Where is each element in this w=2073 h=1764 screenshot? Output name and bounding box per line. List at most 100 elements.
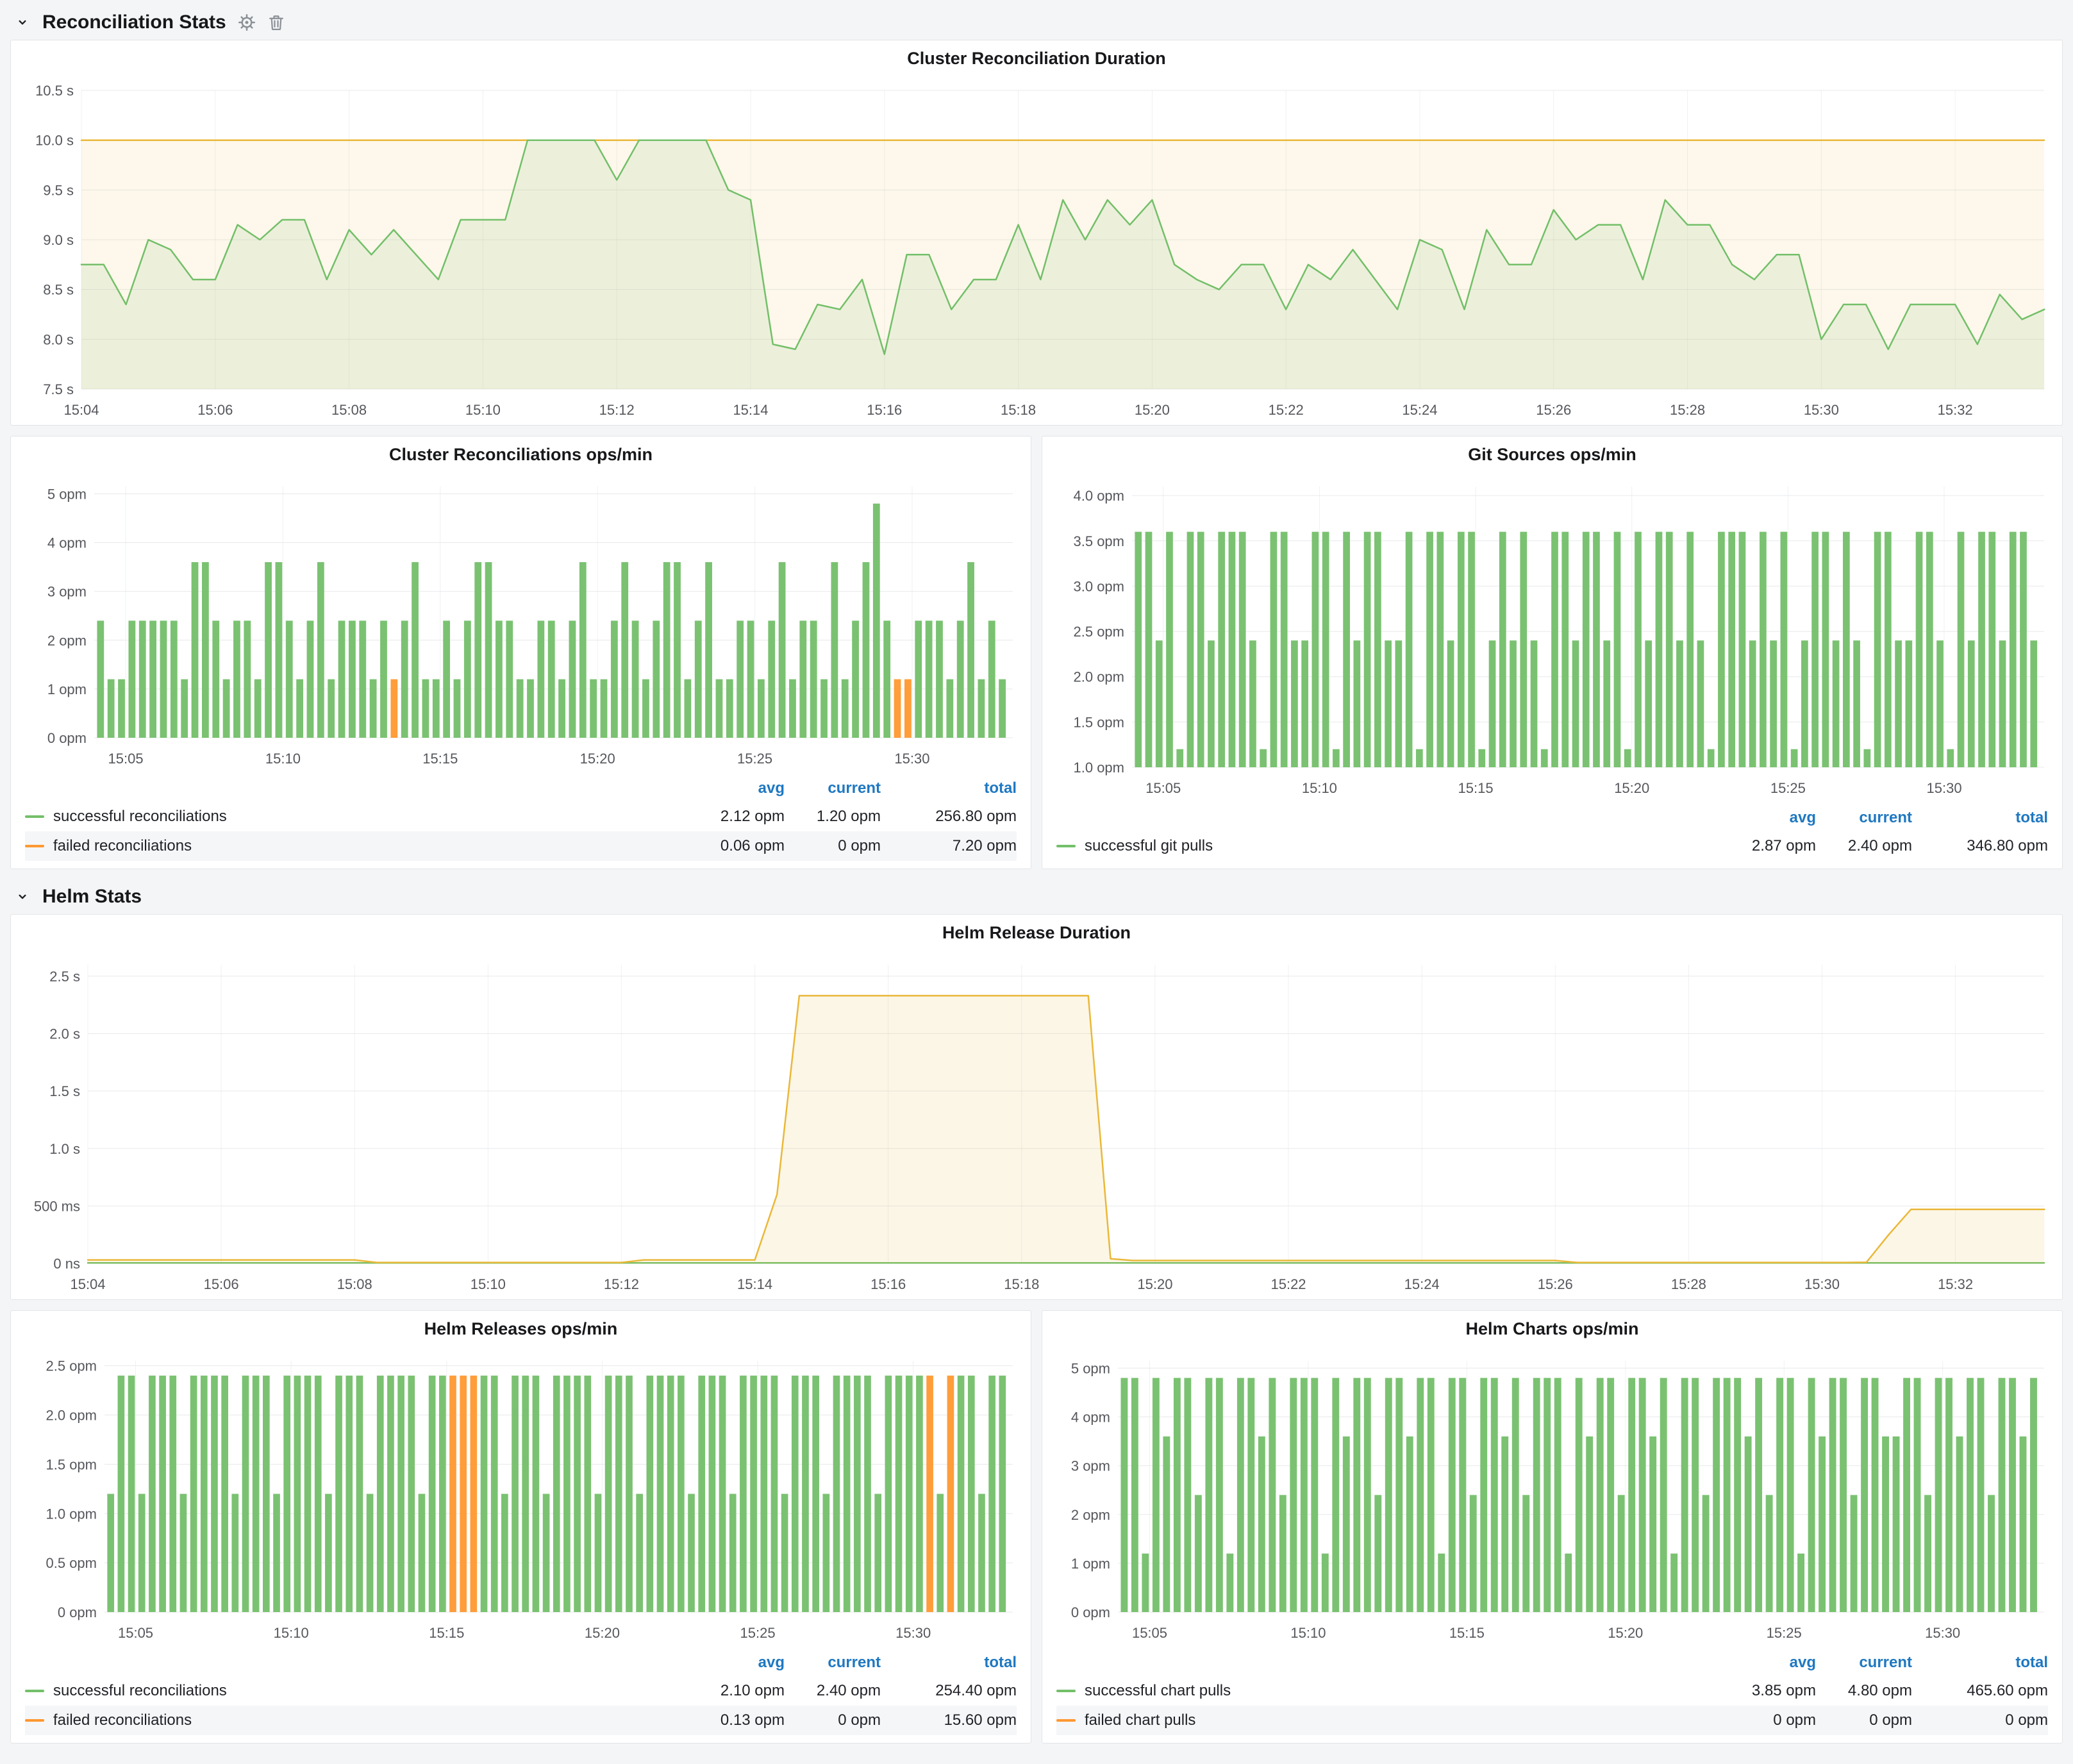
svg-text:15:04: 15:04 [63,402,99,418]
svg-text:10.0 s: 10.0 s [35,133,74,149]
legend-row-successful-git-pulls: successful git pulls 2.87 opm 2.40 opm 3… [1056,831,2048,861]
legend-col-avg[interactable]: avg [688,779,785,797]
svg-text:15:30: 15:30 [894,751,929,767]
svg-text:1.0 opm: 1.0 opm [46,1506,97,1522]
legend-current-value: 0 opm [785,1711,881,1729]
trash-icon[interactable] [267,13,285,31]
legend-col-current[interactable]: current [785,1654,881,1672]
legend-col-current[interactable]: current [1816,1654,1912,1672]
section-header-reconciliation-stats[interactable]: Reconciliation Stats [10,5,2063,40]
legend-current-value: 2.40 opm [785,1682,881,1700]
legend-total-value: 0 opm [1912,1711,2048,1729]
svg-text:2.5 opm: 2.5 opm [1074,624,1125,640]
legend-label[interactable]: failed reconciliations [53,837,688,855]
legend-col-total[interactable]: total [881,1654,1017,1672]
legend-avg-value: 2.87 opm [1720,837,1816,855]
legend-col-total[interactable]: total [881,779,1017,797]
legend-current-value: 2.40 opm [1816,837,1912,855]
section-title: Helm Stats [42,886,142,908]
svg-text:15:04: 15:04 [70,1276,105,1292]
svg-text:2.5 s: 2.5 s [49,969,80,985]
legend-label[interactable]: successful chart pulls [1085,1682,1720,1700]
svg-text:15:26: 15:26 [1536,402,1571,418]
panel-title[interactable]: Cluster Reconciliation Duration [11,40,2062,76]
svg-text:15:08: 15:08 [331,402,367,418]
cluster-reconciliation-duration-chart[interactable]: 7.5 s8.0 s8.5 s9.0 s9.5 s10.0 s10.5 s15:… [11,76,2062,425]
svg-text:15:15: 15:15 [1449,1625,1485,1641]
legend-col-current[interactable]: current [785,779,881,797]
helm-releases-opm-chart[interactable]: 0 opm0.5 opm1.0 opm1.5 opm2.0 opm2.5 opm… [11,1347,1031,1648]
svg-text:15:14: 15:14 [733,402,768,418]
legend-total-value: 254.40 opm [881,1682,1017,1700]
svg-text:5 opm: 5 opm [1071,1360,1110,1376]
svg-text:4 opm: 4 opm [47,535,87,551]
legend-total-value: 465.60 opm [1912,1682,2048,1700]
legend-label[interactable]: failed reconciliations [53,1711,688,1729]
legend-col-avg[interactable]: avg [1720,809,1816,827]
svg-text:1.5 opm: 1.5 opm [1074,714,1125,730]
svg-text:9.5 s: 9.5 s [43,182,74,198]
svg-text:15:10: 15:10 [1302,780,1337,796]
chevron-down-icon [14,888,31,905]
svg-text:15:15: 15:15 [422,751,458,767]
legend-col-current[interactable]: current [1816,809,1912,827]
svg-text:1 opm: 1 opm [1071,1556,1110,1572]
svg-text:15:10: 15:10 [465,402,501,418]
panel-row-reconciliation: Cluster Reconciliations ops/min 0 opm1 o… [10,436,2063,869]
svg-text:1.5 s: 1.5 s [49,1083,80,1099]
panel-title[interactable]: Helm Release Duration [11,915,2062,951]
svg-text:0.5 opm: 0.5 opm [46,1555,97,1571]
svg-text:15:05: 15:05 [1145,780,1181,796]
section-header-helm-stats[interactable]: Helm Stats [10,879,2063,914]
svg-text:500 ms: 500 ms [34,1198,80,1214]
panel-title[interactable]: Git Sources ops/min [1042,437,2062,472]
cluster-reconciliations-opm-chart[interactable]: 0 opm1 opm2 opm3 opm4 opm5 opm15:0515:10… [11,472,1031,774]
svg-text:15:16: 15:16 [867,402,902,418]
svg-text:15:05: 15:05 [108,751,144,767]
svg-text:1 opm: 1 opm [47,681,87,697]
svg-text:15:10: 15:10 [265,751,301,767]
legend-total-value: 15.60 opm [881,1711,1017,1729]
svg-text:15:22: 15:22 [1270,1276,1306,1292]
legend-col-total[interactable]: total [1912,809,2048,827]
helm-release-duration-chart[interactable]: 0 ns500 ms1.0 s1.5 s2.0 s2.5 s15:0415:06… [11,951,2062,1299]
legend-avg-value: 3.85 opm [1720,1682,1816,1700]
svg-text:15:30: 15:30 [1804,402,1839,418]
svg-text:3 opm: 3 opm [47,584,87,600]
svg-text:10.5 s: 10.5 s [35,83,74,99]
svg-text:0 opm: 0 opm [1071,1604,1110,1620]
svg-text:15:14: 15:14 [737,1276,772,1292]
svg-text:0 opm: 0 opm [58,1604,97,1620]
legend-col-avg[interactable]: avg [1720,1654,1816,1672]
svg-text:15:26: 15:26 [1538,1276,1573,1292]
svg-text:15:30: 15:30 [1804,1276,1840,1292]
panel-title[interactable]: Helm Releases ops/min [11,1311,1031,1347]
svg-text:15:06: 15:06 [204,1276,239,1292]
legend-total-value: 346.80 opm [1912,837,2048,855]
legend-label[interactable]: successful reconciliations [53,1682,688,1700]
series-swatch-orange [1056,1719,1076,1722]
panel-title[interactable]: Cluster Reconciliations ops/min [11,437,1031,472]
legend-row-failed-chart-pulls: failed chart pulls 0 opm 0 opm 0 opm [1056,1706,2048,1735]
svg-text:15:10: 15:10 [274,1625,309,1641]
series-swatch-orange [25,1719,44,1722]
legend-label[interactable]: failed chart pulls [1085,1711,1720,1729]
panel-title[interactable]: Helm Charts ops/min [1042,1311,2062,1347]
svg-text:15:12: 15:12 [604,1276,639,1292]
legend-label[interactable]: successful reconciliations [53,808,688,826]
svg-text:15:05: 15:05 [118,1625,153,1641]
legend-col-total[interactable]: total [1912,1654,2048,1672]
legend-col-avg[interactable]: avg [688,1654,785,1672]
svg-text:15:28: 15:28 [1671,1276,1706,1292]
svg-text:15:18: 15:18 [1001,402,1036,418]
gear-icon[interactable] [238,13,256,31]
helm-charts-opm-chart[interactable]: 0 opm1 opm2 opm3 opm4 opm5 opm15:0515:10… [1042,1347,2062,1648]
legend-avg-value: 0 opm [1720,1711,1816,1729]
svg-text:15:22: 15:22 [1269,402,1304,418]
series-swatch-green [1056,1690,1076,1692]
svg-text:15:32: 15:32 [1938,402,1973,418]
legend-label[interactable]: successful git pulls [1085,837,1720,855]
git-sources-opm-chart[interactable]: 1.0 opm1.5 opm2.0 opm2.5 opm3.0 opm3.5 o… [1042,472,2062,803]
legend-current-value: 1.20 opm [785,808,881,826]
svg-text:0 ns: 0 ns [53,1256,80,1272]
